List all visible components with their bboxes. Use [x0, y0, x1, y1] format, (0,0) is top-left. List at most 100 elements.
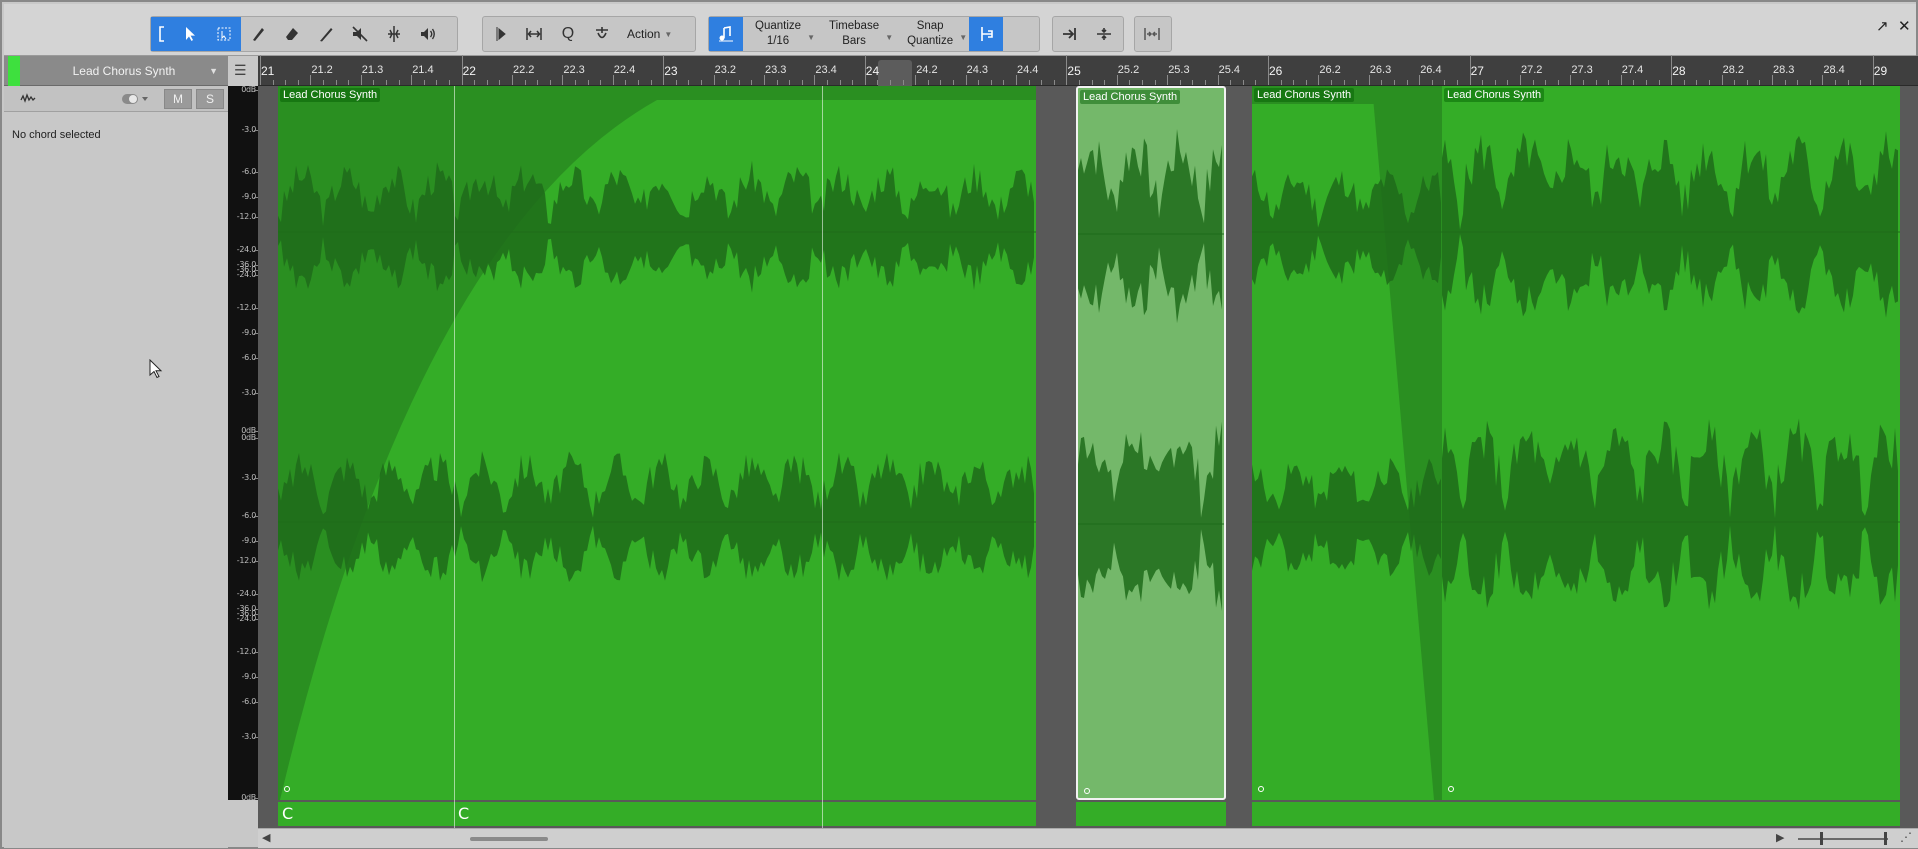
- ruler-label: 27.4: [1621, 64, 1644, 76]
- audio-clip[interactable]: Lead Chorus Synth: [1252, 86, 1442, 800]
- ruler-label: 26: [1269, 64, 1283, 78]
- waveform: [1252, 86, 1442, 800]
- chord-lane[interactable]: C C: [278, 802, 1036, 826]
- ruler-tick: [1583, 80, 1584, 85]
- range-bracket-icon[interactable]: [151, 17, 173, 51]
- ruler-tick: [1734, 80, 1736, 85]
- action-menu[interactable]: Action ▼: [619, 17, 680, 51]
- quantize-label: Quantize: [755, 20, 802, 32]
- snap-note-icon[interactable]: [709, 17, 743, 51]
- ruler-tick: [335, 80, 337, 85]
- mute-button[interactable]: M: [164, 89, 192, 109]
- ruler-tick: [915, 75, 917, 85]
- marker-line: [822, 86, 823, 828]
- solo-button[interactable]: S: [196, 89, 224, 109]
- ruler-tick: [411, 75, 413, 85]
- gain-handle[interactable]: [1084, 788, 1090, 794]
- scroll-right-icon[interactable]: ▶: [1776, 831, 1784, 844]
- eraser-tool-icon[interactable]: [275, 17, 309, 51]
- ruler-tick: [1772, 75, 1773, 85]
- scrollbar-thumb[interactable]: [470, 837, 548, 841]
- zoom-slider-knob[interactable]: [1884, 832, 1887, 845]
- close-icon[interactable]: ✕: [1898, 17, 1911, 35]
- ruler-tick: [1431, 80, 1433, 85]
- ruler-tick: [764, 75, 765, 85]
- bend-tool-icon[interactable]: [377, 17, 411, 51]
- clip-name: Lead Chorus Synth: [1080, 90, 1181, 104]
- timebase-dropdown[interactable]: Timebase Bars ▼: [817, 17, 895, 51]
- ruler-tick: [1469, 55, 1471, 85]
- monitor-toggle-icon[interactable]: [122, 93, 150, 108]
- snap-group: Quantize 1/16 ▼ Timebase Bars ▼ Snap Qua…: [708, 16, 1040, 52]
- audio-clip-selected[interactable]: Lead Chorus Synth: [1076, 86, 1226, 800]
- ruler-tick: [1520, 75, 1521, 85]
- mouse-pointer-icon: [149, 358, 163, 382]
- track-header[interactable]: Lead Chorus Synth ▼: [4, 56, 228, 86]
- audio-clip[interactable]: Lead Chorus Synth: [1442, 86, 1900, 800]
- ruler-label: 24: [865, 64, 880, 78]
- range-tool-icon[interactable]: [207, 17, 241, 51]
- ruler-tick: [1230, 80, 1232, 85]
- timebase-value: Bars: [842, 35, 866, 47]
- ruler-label: 25: [1067, 64, 1081, 78]
- ruler-tick: [1053, 80, 1055, 85]
- resize-grip-icon[interactable]: ⋰: [1900, 830, 1912, 844]
- gain-handle[interactable]: [284, 786, 290, 792]
- ruler-tick: [1305, 80, 1307, 85]
- snap-dropdown[interactable]: Snap Quantize ▼: [895, 17, 969, 51]
- paint-tool-icon[interactable]: [309, 17, 343, 51]
- no-chord-text: No chord selected: [12, 129, 101, 141]
- ruler-tick: [449, 80, 450, 85]
- ruler-tick: [297, 80, 299, 85]
- timestretch-icon[interactable]: [1087, 17, 1121, 51]
- ruler-tick: [1620, 75, 1622, 85]
- snap-toggle-icon[interactable]: [969, 17, 1004, 51]
- zoom-slider-knob[interactable]: [1820, 832, 1823, 845]
- zoom-slider[interactable]: [1798, 838, 1888, 840]
- ruler-tick: [260, 55, 261, 85]
- arrow-tool-icon[interactable]: [173, 17, 207, 51]
- menu-icon[interactable]: ☰: [234, 62, 247, 79]
- audio-clip[interactable]: Lead Chorus Synth: [278, 86, 1036, 800]
- chord-label[interactable]: C: [282, 804, 293, 823]
- chevron-down-icon: ▼: [885, 33, 894, 42]
- chord-label[interactable]: C: [458, 804, 469, 823]
- ruler-tick: [940, 80, 942, 85]
- mute-tool-icon[interactable]: [343, 17, 377, 51]
- loop-handle[interactable]: [878, 60, 912, 86]
- groove-icon[interactable]: [585, 17, 619, 51]
- autoscroll-icon[interactable]: [1053, 17, 1087, 51]
- ruler-tick: [1066, 55, 1068, 85]
- ruler-tick: [1759, 80, 1761, 85]
- arrange-view[interactable]: Lead Chorus Synth Lead Chorus Synth Lead…: [258, 86, 1918, 828]
- waveform: [278, 86, 1036, 800]
- expand-icon[interactable]: ↗: [1876, 17, 1889, 35]
- quantize-q-icon[interactable]: Q: [551, 17, 585, 51]
- ruler-tick: [1494, 80, 1496, 85]
- ruler-tick: [1142, 80, 1143, 85]
- ruler-tick: [1444, 80, 1446, 85]
- split-tool-icon[interactable]: [241, 17, 275, 51]
- ruler-tick: [1356, 80, 1358, 85]
- listen-tool-icon[interactable]: [411, 17, 445, 51]
- gain-handle[interactable]: [1258, 786, 1264, 792]
- gain-handle[interactable]: [1448, 786, 1454, 792]
- chord-lane[interactable]: [1252, 802, 1442, 826]
- waveform-view-icon[interactable]: [20, 92, 36, 107]
- horizontal-scrollbar[interactable]: ◀ ▶ ⋰: [258, 828, 1918, 848]
- ruler-label: 24.4: [1017, 64, 1039, 76]
- zoom-fit-icon[interactable]: [1135, 17, 1169, 51]
- stretch-icon[interactable]: [517, 17, 551, 51]
- ruler-label: 21.3: [361, 64, 384, 76]
- chevron-down-icon[interactable]: ▼: [209, 66, 218, 76]
- chord-lane[interactable]: [1076, 802, 1226, 826]
- chord-lane[interactable]: [1442, 802, 1900, 826]
- timeline-ruler[interactable]: 21 21.2 21.3 21.4 22 22.2 22.3 22.4 23 23.2 23.3 23…: [258, 55, 1918, 86]
- scroll-left-icon[interactable]: ◀: [262, 831, 270, 844]
- ruler-tick: [1343, 80, 1345, 85]
- quantize-dropdown[interactable]: Quantize 1/16 ▼: [743, 17, 817, 51]
- ruler-tick: [360, 75, 362, 85]
- inspector-panel: No chord selected: [4, 113, 228, 848]
- ruler-tick: [688, 80, 690, 85]
- previous-edit-icon[interactable]: [483, 17, 517, 51]
